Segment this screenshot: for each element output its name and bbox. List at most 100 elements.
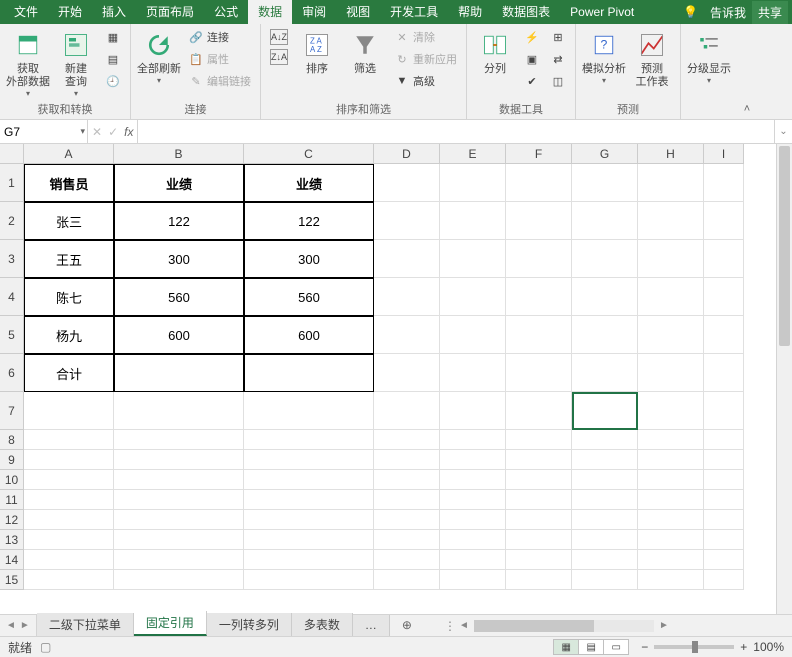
cell-G14[interactable] bbox=[572, 550, 638, 570]
cell-A3[interactable]: 王五 bbox=[24, 240, 114, 278]
row-header-1[interactable]: 1 bbox=[0, 164, 24, 202]
dropdown-arrow-icon[interactable]: ▾ bbox=[80, 126, 85, 137]
cell-A8[interactable] bbox=[24, 430, 114, 450]
cell-G9[interactable] bbox=[572, 450, 638, 470]
row-header-7[interactable]: 7 bbox=[0, 392, 24, 430]
menu-tab-10[interactable]: 数据图表 bbox=[492, 0, 560, 24]
consolidate-button[interactable]: ⊞ bbox=[547, 27, 569, 47]
cell-F5[interactable] bbox=[506, 316, 572, 354]
col-header-G[interactable]: G bbox=[572, 144, 638, 164]
cell-B2[interactable]: 122 bbox=[114, 202, 244, 240]
get-external-data-button[interactable]: 获取 外部数据 ▾ bbox=[6, 27, 50, 98]
zoom-slider[interactable] bbox=[654, 645, 734, 649]
cell-A7[interactable] bbox=[24, 392, 114, 430]
menu-tab-5[interactable]: 数据 bbox=[248, 0, 292, 24]
cell-A10[interactable] bbox=[24, 470, 114, 490]
row-header-4[interactable]: 4 bbox=[0, 278, 24, 316]
menu-tab-2[interactable]: 插入 bbox=[92, 0, 136, 24]
hscroll-left-icon[interactable]: ◄ bbox=[456, 620, 472, 631]
cell-I10[interactable] bbox=[704, 470, 744, 490]
cell-C14[interactable] bbox=[244, 550, 374, 570]
cell-H9[interactable] bbox=[638, 450, 704, 470]
row-header-13[interactable]: 13 bbox=[0, 530, 24, 550]
col-header-H[interactable]: H bbox=[638, 144, 704, 164]
remove-dup-button[interactable]: ▣ bbox=[521, 49, 543, 69]
nav-prev-icon[interactable]: ◄ bbox=[6, 620, 16, 631]
zoom-in-button[interactable]: + bbox=[740, 640, 747, 654]
cell-G4[interactable] bbox=[572, 278, 638, 316]
cell-A1[interactable]: 销售员 bbox=[24, 164, 114, 202]
cell-F9[interactable] bbox=[506, 450, 572, 470]
row-header-14[interactable]: 14 bbox=[0, 550, 24, 570]
spreadsheet-grid[interactable]: ABCDEFGHI 123456789101112131415 销售员业绩业绩张… bbox=[0, 144, 792, 614]
cell-F15[interactable] bbox=[506, 570, 572, 590]
collapse-ribbon-button[interactable]: ˄ bbox=[737, 24, 757, 119]
row-header-2[interactable]: 2 bbox=[0, 202, 24, 240]
formula-input[interactable] bbox=[138, 120, 774, 143]
cell-G5[interactable] bbox=[572, 316, 638, 354]
outline-button[interactable]: 分级显示 ▾ bbox=[687, 27, 731, 85]
cell-B5[interactable]: 600 bbox=[114, 316, 244, 354]
cell-E1[interactable] bbox=[440, 164, 506, 202]
cell-C10[interactable] bbox=[244, 470, 374, 490]
cell-I5[interactable] bbox=[704, 316, 744, 354]
record-macro-icon[interactable]: ▢ bbox=[40, 640, 51, 654]
cell-A9[interactable] bbox=[24, 450, 114, 470]
cell-D7[interactable] bbox=[374, 392, 440, 430]
flash-fill-button[interactable]: ⚡ bbox=[521, 27, 543, 47]
cell-H15[interactable] bbox=[638, 570, 704, 590]
cell-D9[interactable] bbox=[374, 450, 440, 470]
cell-E15[interactable] bbox=[440, 570, 506, 590]
cell-C2[interactable]: 122 bbox=[244, 202, 374, 240]
cell-C8[interactable] bbox=[244, 430, 374, 450]
cell-D13[interactable] bbox=[374, 530, 440, 550]
forecast-sheet-button[interactable]: 预测 工作表 bbox=[630, 27, 674, 89]
cell-F13[interactable] bbox=[506, 530, 572, 550]
cell-D5[interactable] bbox=[374, 316, 440, 354]
cell-H6[interactable] bbox=[638, 354, 704, 392]
cell-D12[interactable] bbox=[374, 510, 440, 530]
cell-C12[interactable] bbox=[244, 510, 374, 530]
cell-B1[interactable]: 业绩 bbox=[114, 164, 244, 202]
cell-B10[interactable] bbox=[114, 470, 244, 490]
cell-F11[interactable] bbox=[506, 490, 572, 510]
nav-next-icon[interactable]: ► bbox=[20, 620, 30, 631]
cell-E6[interactable] bbox=[440, 354, 506, 392]
cell-G2[interactable] bbox=[572, 202, 638, 240]
cell-I13[interactable] bbox=[704, 530, 744, 550]
cell-G12[interactable] bbox=[572, 510, 638, 530]
cell-B7[interactable] bbox=[114, 392, 244, 430]
split-handle-icon[interactable]: ⋮ bbox=[444, 619, 456, 633]
cell-D1[interactable] bbox=[374, 164, 440, 202]
cell-A14[interactable] bbox=[24, 550, 114, 570]
from-table-button[interactable]: ▤ bbox=[102, 49, 124, 69]
menu-tab-9[interactable]: 帮助 bbox=[448, 0, 492, 24]
cell-H10[interactable] bbox=[638, 470, 704, 490]
cell-B8[interactable] bbox=[114, 430, 244, 450]
col-header-A[interactable]: A bbox=[24, 144, 114, 164]
cell-E4[interactable] bbox=[440, 278, 506, 316]
cell-C4[interactable]: 560 bbox=[244, 278, 374, 316]
sort-asc-button[interactable]: A↓Z bbox=[267, 27, 291, 47]
cell-H3[interactable] bbox=[638, 240, 704, 278]
col-header-E[interactable]: E bbox=[440, 144, 506, 164]
cell-D3[interactable] bbox=[374, 240, 440, 278]
row-header-6[interactable]: 6 bbox=[0, 354, 24, 392]
menu-tab-0[interactable]: 文件 bbox=[4, 0, 48, 24]
cell-I15[interactable] bbox=[704, 570, 744, 590]
cell-C3[interactable]: 300 bbox=[244, 240, 374, 278]
cell-B3[interactable]: 300 bbox=[114, 240, 244, 278]
cell-A11[interactable] bbox=[24, 490, 114, 510]
col-header-F[interactable]: F bbox=[506, 144, 572, 164]
cell-G13[interactable] bbox=[572, 530, 638, 550]
sort-button[interactable]: Z AA Z 排序 bbox=[295, 27, 339, 76]
cell-I14[interactable] bbox=[704, 550, 744, 570]
menu-tab-11[interactable]: Power Pivot bbox=[560, 0, 644, 24]
cell-A4[interactable]: 陈七 bbox=[24, 278, 114, 316]
add-sheet-button[interactable]: ⊕ bbox=[390, 615, 424, 636]
cell-H1[interactable] bbox=[638, 164, 704, 202]
sort-desc-button[interactable]: Z↓A bbox=[267, 47, 291, 67]
menu-tab-7[interactable]: 视图 bbox=[336, 0, 380, 24]
name-box[interactable]: G7 ▾ bbox=[0, 120, 88, 143]
sheet-tab-2[interactable]: 一列转多列 bbox=[207, 613, 292, 636]
